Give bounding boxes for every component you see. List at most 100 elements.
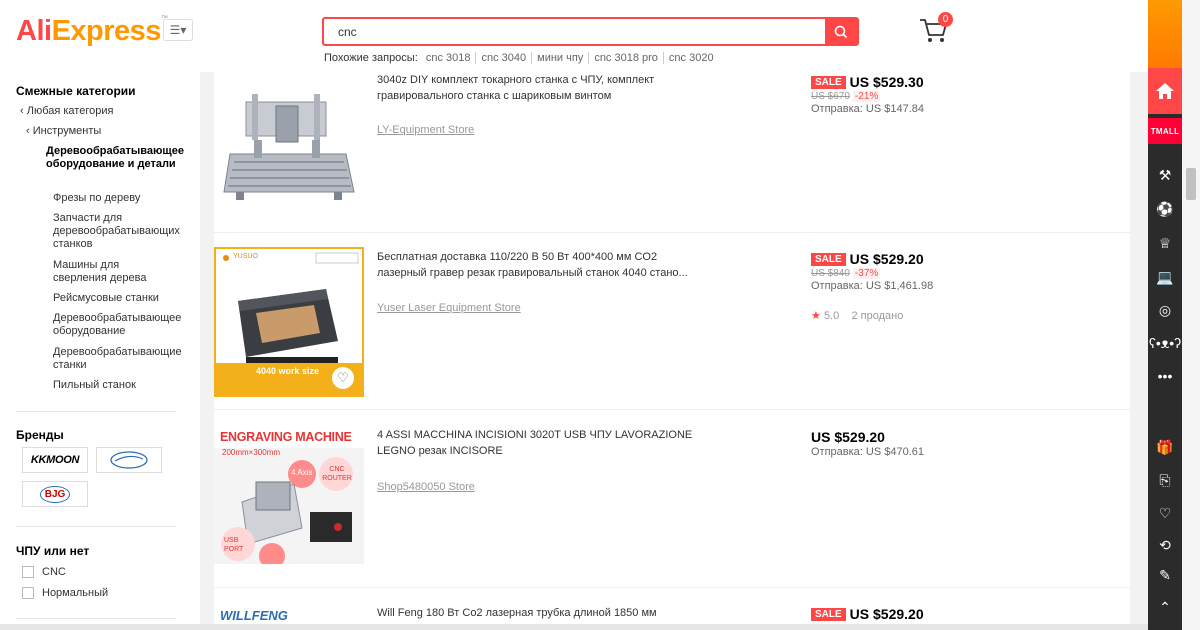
feedback-button[interactable]: ✎ xyxy=(1148,562,1182,588)
image-usb-label: USB PORT xyxy=(224,537,244,553)
home-button[interactable] xyxy=(1148,68,1182,114)
image-brand-logo: WILLFENG xyxy=(220,608,288,623)
logo-ali: Ali xyxy=(16,15,52,47)
rating-value: 5.0 xyxy=(823,310,840,322)
subcategory-link[interactable]: Деревообрабатывающее оборудование xyxy=(53,312,193,338)
related-tag[interactable]: cnc 3018 xyxy=(420,52,477,64)
subcategory-link[interactable]: Запчасти для деревообрабатывающих станко… xyxy=(53,212,193,251)
image-size-label: 200mm×300mm xyxy=(222,448,281,457)
image-router-label: CNC ROUTER xyxy=(322,466,352,482)
gift-icon: 🎁 xyxy=(1156,438,1174,455)
any-category-link[interactable]: ‹ Любая категория xyxy=(20,105,113,118)
product-image[interactable]: YUSUO 4040 work size ♡ xyxy=(214,247,364,397)
divider xyxy=(16,411,176,412)
cnc-option-label: CNC xyxy=(42,566,66,578)
scrollbar-thumb[interactable] xyxy=(1186,168,1196,200)
brand-2-logo xyxy=(110,451,148,469)
bottom-taskbar-strip xyxy=(0,624,1148,630)
related-tag[interactable]: cnc 3018 pro xyxy=(589,52,664,64)
product-title[interactable]: 4 ASSI MACCHINA INCISIONI 3020T USB ЧПУ … xyxy=(377,427,707,459)
shipping-cost: Отправка: US $1,461.98 xyxy=(811,280,934,292)
search-button[interactable] xyxy=(825,19,857,44)
jewelry-category-button[interactable]: ♕ xyxy=(1148,230,1182,256)
brand-2[interactable] xyxy=(96,447,162,473)
product-image[interactable]: ENGRAVING MACHINE 200mm×300mm 4 Axis CNC… xyxy=(214,424,364,574)
promo-banner[interactable] xyxy=(1148,0,1182,68)
related-tag[interactable]: мини чпу xyxy=(532,52,590,64)
wishlist-button[interactable]: ♡ xyxy=(1148,500,1182,526)
sale-badge: SALE xyxy=(811,76,846,89)
original-price: US $840 xyxy=(811,268,850,279)
search-input[interactable] xyxy=(324,19,824,44)
star-icon: ★ xyxy=(811,310,821,322)
search-icon xyxy=(834,25,848,38)
auto-category-button[interactable]: ◎ xyxy=(1148,297,1182,323)
history-icon: ⟲ xyxy=(1159,536,1171,553)
aliexpress-logo[interactable]: AliExpress™ xyxy=(16,15,168,48)
brand-bjg[interactable]: BJG xyxy=(22,481,88,507)
product-title[interactable]: 3040z DIY комплект токарного станка с ЧП… xyxy=(377,72,707,104)
sale-badge: SALE xyxy=(811,608,846,621)
related-searches: Похожие запросы: cnc 3018 cnc 3040 мини чп… xyxy=(324,52,719,64)
subcategory-link[interactable]: Фрезы по дереву xyxy=(53,192,193,205)
chevron-left-icon: ‹ xyxy=(26,125,33,137)
cnc-option-cnc[interactable]: CNC xyxy=(22,566,66,578)
subcategory-link[interactable]: Деревообрабатывающие станки xyxy=(53,346,193,372)
price: US $529.20 xyxy=(849,606,924,622)
coupons-button[interactable]: ⎘ xyxy=(1148,467,1182,493)
hamburger-icon: ☰▾ xyxy=(169,23,187,37)
logo-express: Express xyxy=(51,15,162,47)
checkbox[interactable] xyxy=(22,587,34,599)
tools-category-link[interactable]: ‹ Инструменты xyxy=(26,125,101,138)
search-box xyxy=(322,17,859,46)
product-image[interactable] xyxy=(214,84,364,209)
cnc-machine-image xyxy=(214,84,364,209)
wishlist-heart-button[interactable]: ♡ xyxy=(332,367,354,389)
arrow-up-icon: ⌃ xyxy=(1159,598,1171,615)
electronics-category-button[interactable]: 💻 xyxy=(1148,264,1182,290)
image-axis-label: 4 Axis xyxy=(291,468,313,477)
subcategory-link[interactable]: Рейсмусовые станки xyxy=(53,292,193,305)
more-categories-button[interactable]: ••• xyxy=(1148,363,1182,389)
any-category-label: Любая категория xyxy=(26,105,114,117)
image-brand-label: YUSUO xyxy=(233,253,258,260)
related-tag[interactable]: cnc 3040 xyxy=(476,52,533,64)
category-menu-button[interactable]: ☰▾ xyxy=(163,19,193,41)
price-block: SALE US $529.30 US $670 -21% Отправка: US … xyxy=(811,74,1011,115)
related-tag[interactable]: cnc 3020 xyxy=(664,52,719,64)
price: US $529.20 xyxy=(811,429,885,445)
cnc-filter-title: ЧПУ или нет xyxy=(16,544,90,558)
price-block: US $529.20 Отправка: US $470.61 xyxy=(811,429,1011,458)
toys-category-button[interactable]: ʕ•ᴥ•ʔ xyxy=(1148,330,1182,356)
bear-icon: ʕ•ᴥ•ʔ xyxy=(1148,335,1182,351)
brand-bjg-logo: BJG xyxy=(39,485,71,503)
shipping-cost: Отправка: US $147.84 xyxy=(811,103,925,115)
recently-viewed-button[interactable]: ⟲ xyxy=(1148,532,1182,558)
gift-button[interactable]: 🎁 xyxy=(1148,434,1182,460)
price: US $529.30 xyxy=(849,74,924,90)
laptop-icon: 💻 xyxy=(1156,268,1174,285)
back-to-top-button[interactable]: ⌃ xyxy=(1148,594,1182,620)
page-scrollbar[interactable] xyxy=(1182,0,1200,630)
cnc-option-label: Нормальный xyxy=(42,587,109,599)
cnc-option-normal[interactable]: Нормальный xyxy=(22,587,108,599)
divider xyxy=(16,618,176,619)
header: AliExpress™ ☰▾ Похожие запросы: cnc 3018… xyxy=(0,0,1148,72)
tools-category-button[interactable]: ⚒ xyxy=(1148,162,1182,188)
subcategory-link[interactable]: Машины для сверления дерева xyxy=(53,259,163,285)
brand-kkmoon[interactable]: KKMOON xyxy=(22,447,88,473)
product-title[interactable]: Will Feng 180 Вт Co2 лазерная трубка дли… xyxy=(377,605,707,621)
subcategory-link[interactable]: Пильный станок xyxy=(53,379,193,392)
store-link[interactable]: Yuser Laser Equipment Store xyxy=(377,302,521,314)
checkbox[interactable] xyxy=(22,566,34,578)
store-link[interactable]: LY-Equipment Store xyxy=(377,124,474,136)
product-title[interactable]: Бесплатная доставка 110/220 В 50 Вт 400*… xyxy=(377,249,707,281)
row-separator xyxy=(214,409,1130,410)
tmall-button[interactable]: TMALL xyxy=(1148,118,1182,144)
sports-category-button[interactable]: ⚽ xyxy=(1148,196,1182,222)
brands-title: Бренды xyxy=(16,428,64,442)
sale-badge: SALE xyxy=(811,253,846,266)
original-price-row: US $670 -21% xyxy=(811,91,1011,102)
store-link[interactable]: Shop5480050 Store xyxy=(377,481,475,493)
tools-label: Инструменты xyxy=(32,125,102,137)
